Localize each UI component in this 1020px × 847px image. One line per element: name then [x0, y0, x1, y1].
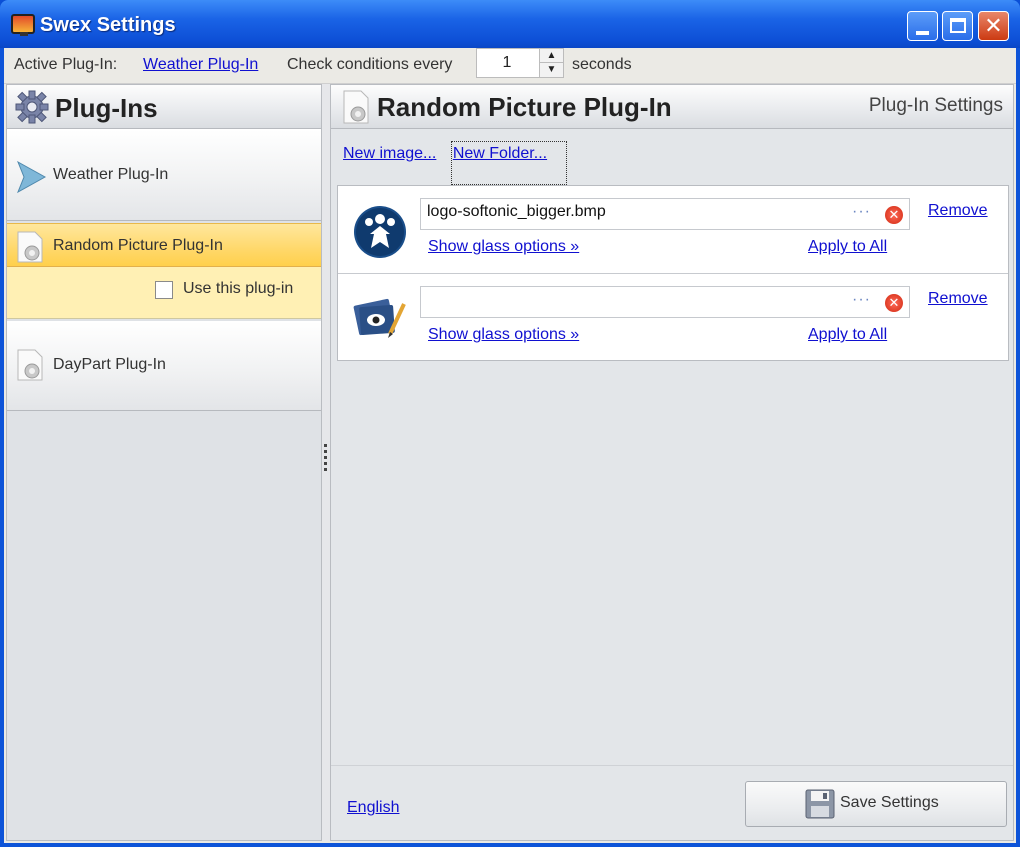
gear-document-icon	[343, 90, 369, 124]
minimize-icon	[916, 31, 929, 35]
gear-document-icon	[17, 349, 43, 381]
remove-link[interactable]: Remove	[928, 202, 988, 220]
panel-splitter[interactable]	[322, 84, 330, 841]
interval-input[interactable]: 1	[477, 54, 537, 72]
footer-divider	[331, 765, 1013, 766]
plugin-settings-panel: Random Picture Plug-In Plug-In Settings …	[330, 84, 1014, 841]
clear-icon[interactable]: ✕	[885, 206, 903, 224]
stepper-up-icon[interactable]: ▲	[540, 49, 563, 63]
plugin-label-weather: Weather Plug-In	[53, 166, 169, 183]
active-plugin-link[interactable]: Weather Plug-In	[143, 56, 258, 74]
picture-pencil-icon	[353, 298, 406, 338]
gear-document-icon	[17, 231, 43, 263]
clear-icon[interactable]: ✕	[885, 294, 903, 312]
show-glass-options-link[interactable]: Show glass options »	[428, 238, 579, 256]
title-bar[interactable]: Swex Settings ✕	[0, 0, 1020, 48]
client-area: Active Plug-In: Weather Plug-In Check co…	[4, 48, 1016, 843]
check-interval-label: Check conditions every	[287, 56, 453, 73]
plugin-item-daypart[interactable]: DayPart Plug-In	[7, 321, 321, 411]
seconds-label: seconds	[572, 56, 632, 73]
softonic-logo-icon	[354, 206, 406, 258]
app-monitor-icon	[11, 14, 35, 36]
floppy-disk-icon	[805, 789, 835, 819]
apply-to-all-link[interactable]: Apply to All	[808, 326, 887, 344]
plugins-header: Plug-Ins	[7, 85, 321, 129]
browse-button[interactable]: ···	[852, 291, 871, 309]
image-row: ··· ✕ Remove Show glass options » Apply …	[338, 274, 1008, 362]
splitter-grip-icon	[324, 444, 327, 474]
minimize-button[interactable]	[907, 11, 938, 41]
image-path-value: logo-softonic_bigger.bmp	[427, 203, 606, 220]
use-plugin-label: Use this plug-in	[183, 280, 294, 297]
focus-rectangle	[451, 141, 567, 185]
interval-stepper[interactable]: 1 ▲ ▼	[476, 48, 564, 78]
stepper-down-icon[interactable]: ▼	[540, 63, 563, 77]
plugin-label-daypart: DayPart Plug-In	[53, 356, 166, 373]
plugins-panel: Plug-Ins Weather Plug-In Random Picture …	[6, 84, 322, 841]
image-list: logo-softonic_bigger.bmp ··· ✕ Remove Sh…	[337, 185, 1009, 361]
plugin-settings-header: Random Picture Plug-In Plug-In Settings	[331, 85, 1013, 129]
plugin-item-random-picture[interactable]: Random Picture Plug-In	[7, 223, 321, 267]
plugin-item-weather[interactable]: Weather Plug-In	[7, 129, 321, 221]
stepper-buttons: ▲ ▼	[539, 49, 563, 77]
use-plugin-checkbox[interactable]	[155, 281, 173, 299]
image-path-field[interactable]: logo-softonic_bigger.bmp ··· ✕	[420, 198, 910, 230]
use-plugin-row: Use this plug-in	[7, 267, 321, 319]
window-title: Swex Settings	[40, 14, 176, 36]
image-row: logo-softonic_bigger.bmp ··· ✕ Remove Sh…	[338, 186, 1008, 274]
apply-to-all-link[interactable]: Apply to All	[808, 238, 887, 256]
image-path-field[interactable]: ··· ✕	[420, 286, 910, 318]
plugin-label-random-picture: Random Picture Plug-In	[53, 237, 223, 254]
maximize-icon	[950, 18, 966, 33]
close-icon: ✕	[984, 13, 1003, 38]
save-settings-button[interactable]: Save Settings	[745, 781, 1007, 827]
remove-link[interactable]: Remove	[928, 290, 988, 308]
play-arrow-icon	[17, 160, 47, 194]
settings-toolbar: Active Plug-In: Weather Plug-In Check co…	[4, 48, 1016, 84]
active-plugin-label: Active Plug-In:	[14, 56, 118, 73]
language-link[interactable]: English	[347, 799, 399, 817]
browse-button[interactable]: ···	[852, 203, 871, 221]
gear-icon	[15, 90, 49, 124]
maximize-button[interactable]	[942, 11, 973, 41]
close-button[interactable]: ✕	[978, 11, 1009, 41]
plugin-settings-title: Random Picture Plug-In	[377, 92, 672, 122]
new-image-link[interactable]: New image...	[343, 145, 436, 162]
plugins-title: Plug-Ins	[55, 93, 158, 123]
app-window: Swex Settings ✕ Active Plug-In: Weather …	[0, 0, 1020, 847]
save-settings-label: Save Settings	[840, 794, 939, 811]
show-glass-options-link[interactable]: Show glass options »	[428, 326, 579, 344]
plugin-settings-subtitle: Plug-In Settings	[868, 95, 1003, 116]
